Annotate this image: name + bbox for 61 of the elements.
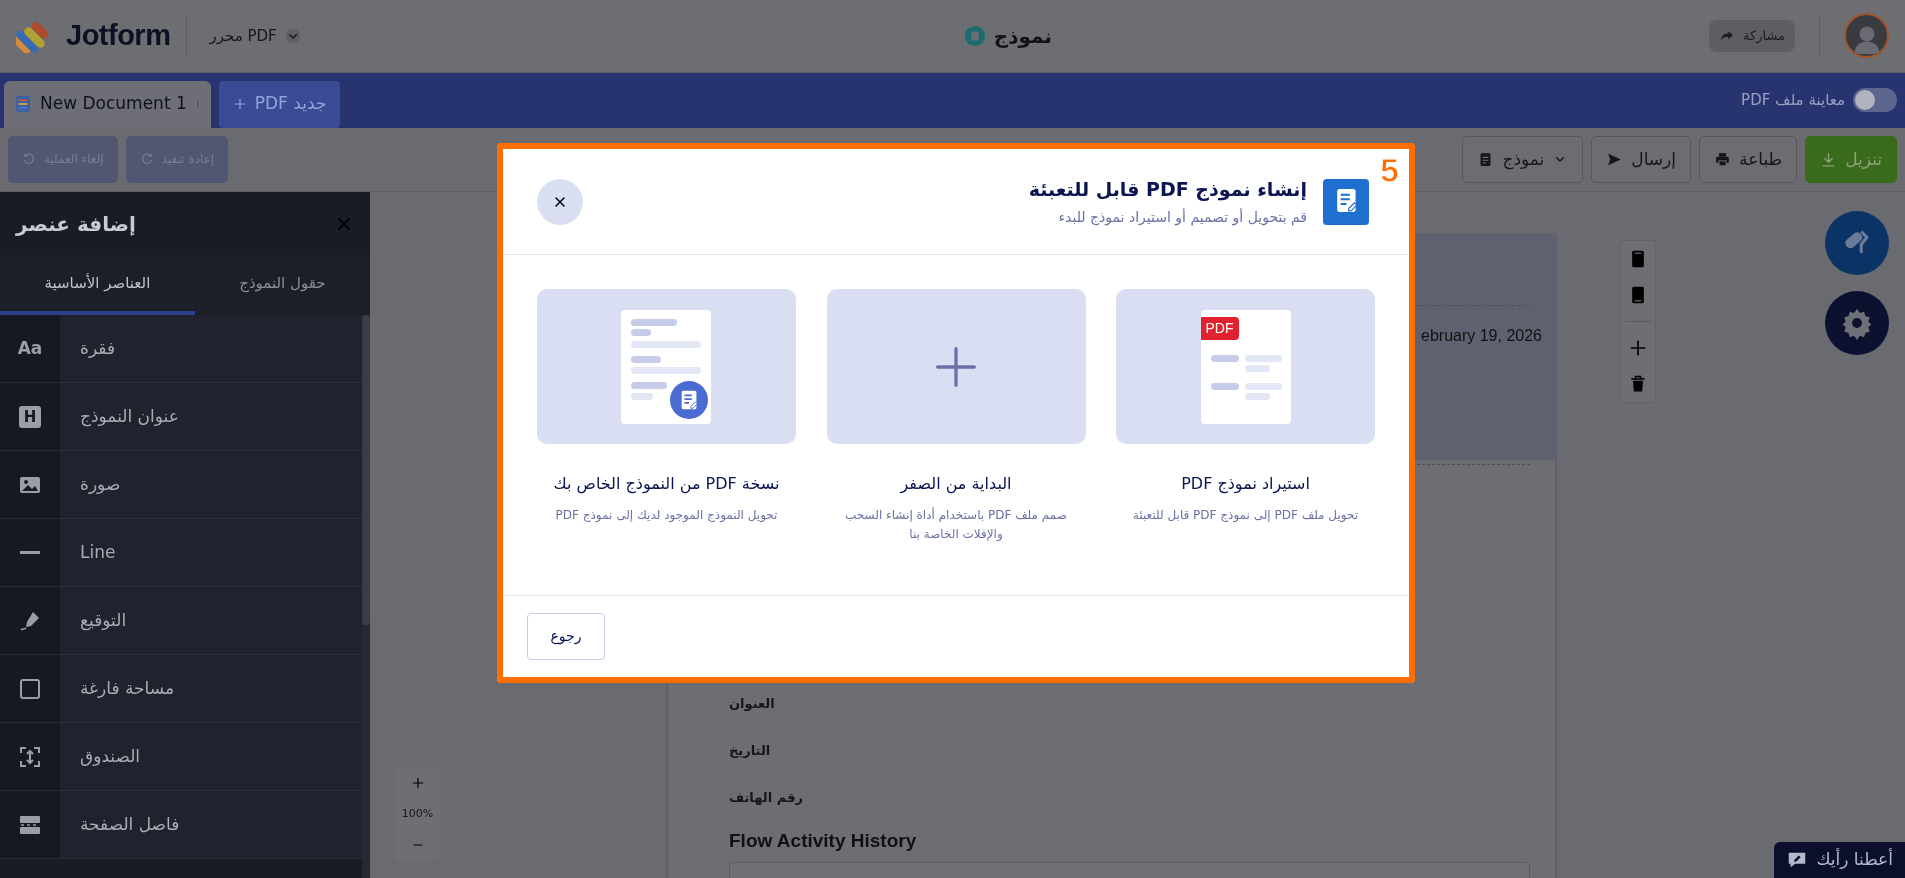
element-item[interactable]: مساحة فارغة (60, 655, 362, 723)
element-item[interactable]: Line (60, 519, 362, 587)
preview-toggle[interactable] (1853, 88, 1897, 112)
element-item[interactable]: صورة (60, 451, 362, 519)
pdf-document-drawing: PDF (1200, 309, 1291, 424)
undo-icon (22, 152, 36, 167)
date-text: ebruary 19, 2026 (1421, 326, 1542, 347)
element-item[interactable]: الصندوق (60, 723, 362, 791)
section-heading: Flow Activity History (729, 830, 917, 852)
element-item[interactable]: التوقيع (60, 587, 362, 655)
chevron-icon (284, 27, 301, 44)
document-icon (14, 94, 32, 114)
modal-title: إنشاء نموذج PDF قابل للتعبئة (1028, 176, 1307, 203)
share-button[interactable]: مشاركة (1709, 20, 1795, 52)
modal-subtitle: قم بتحويل أو تصميم أو استيراد نموذج للبدء (1057, 207, 1307, 228)
box-icon (18, 744, 42, 769)
new-document-button[interactable]: جديد PDF (218, 80, 341, 128)
form-icon (1323, 178, 1369, 225)
square-icon (18, 676, 42, 701)
plus-icon (934, 344, 978, 389)
field-label: رقم الهاتف (729, 789, 803, 808)
document-tab[interactable]: New Document 1 (4, 80, 211, 128)
plus-icon (232, 97, 247, 111)
redo-icon (139, 152, 154, 167)
feedback-button[interactable]: أعطنا رأيك (1774, 842, 1905, 878)
back-button[interactable]: رجوع (527, 613, 605, 660)
field-label: العنوان (729, 695, 775, 714)
product-dropdown[interactable]: محرر PDF (203, 23, 307, 48)
panel-title: إضافة عنصر (16, 210, 136, 238)
field-label: التاريخ (729, 742, 771, 761)
avatar[interactable] (1844, 13, 1889, 59)
option-card[interactable]: PDF (1116, 289, 1375, 444)
plus-icon (410, 775, 425, 790)
zoom-in-button[interactable] (410, 775, 425, 790)
option-card[interactable] (537, 289, 796, 444)
option-description: صمم ملف PDF باستخدام أداة إنشاء السحب والإفلات الخاصة بنا (844, 506, 1068, 544)
form-icon (963, 24, 986, 47)
close-button[interactable] (537, 178, 583, 225)
line-icon (20, 551, 40, 555)
scrollbar-thumb[interactable] (362, 315, 370, 625)
toggle-label: معاينة ملف PDF (1741, 89, 1845, 111)
form-title: نموذج (993, 22, 1052, 50)
printer-icon (1714, 150, 1732, 168)
option-title: البداية من الصفر (898, 473, 1013, 496)
form-dropdown[interactable]: نموذج (1462, 135, 1584, 183)
element-item[interactable]: عنوان النموذج (60, 383, 362, 451)
text-icon: Aa (17, 336, 43, 362)
option-description: تحويل النموذج الموجود لديك إلى نموذج PDF (554, 507, 779, 525)
send-button[interactable]: إرسال (1591, 135, 1692, 183)
logo-text: Jotform (66, 18, 171, 53)
zoom-level: 100% (401, 805, 434, 822)
page-button[interactable] (1628, 374, 1648, 395)
element-item[interactable]: فقرة (60, 315, 362, 383)
print-button[interactable]: طباعة (1699, 135, 1798, 183)
option-title: نسخة PDF من النموذج الخاص بك (552, 473, 781, 496)
element-item[interactable]: فاصل الصفحة (60, 791, 362, 859)
trash-icon (1628, 374, 1648, 395)
option-description: تحويل ملف PDF إلى نموذج PDF قابل للتعبئة (1131, 507, 1360, 525)
option-title: استيراد نموذج PDF (1180, 473, 1311, 496)
heading-icon: H (19, 405, 41, 428)
step-number: 5 (1380, 153, 1399, 187)
